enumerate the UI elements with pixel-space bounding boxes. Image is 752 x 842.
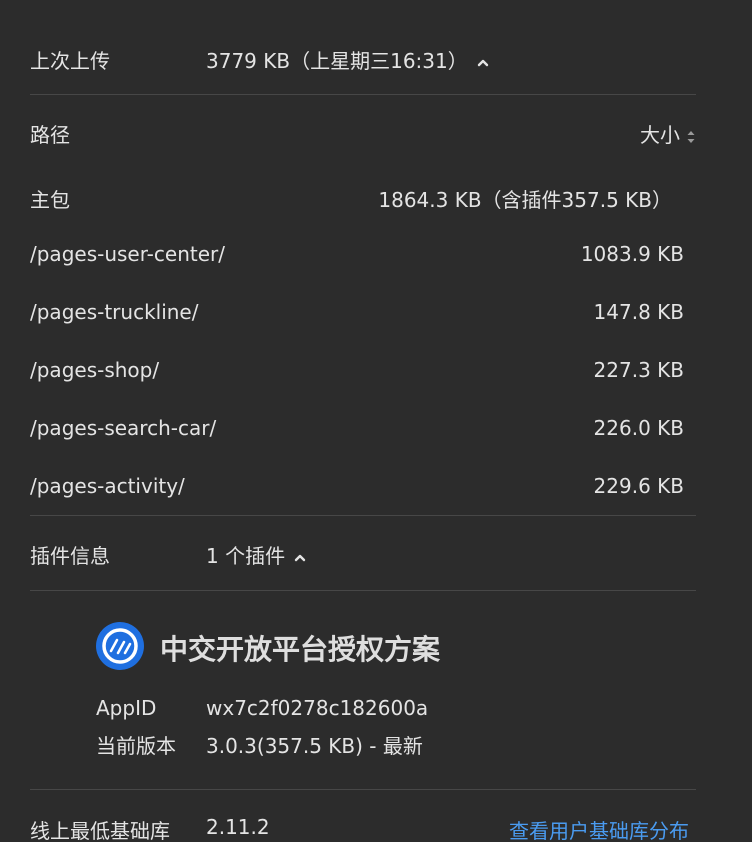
divider	[30, 789, 696, 790]
table-row-size: 1864.3 KB（含插件357.5 KB）	[378, 188, 672, 212]
min-lib-value: 2.11.2	[206, 815, 270, 839]
table-row-path: /pages-search-car/	[30, 416, 217, 440]
divider	[30, 94, 696, 95]
size-sort-header[interactable]: 大小	[640, 119, 696, 148]
chevron-up-icon	[477, 59, 488, 66]
plugin-logo-icon	[96, 622, 144, 670]
table-row-path: 主包	[30, 188, 70, 212]
divider	[30, 590, 696, 591]
plugin-info-toggle[interactable]: 1 个插件	[206, 540, 307, 569]
sort-icon	[687, 130, 695, 143]
table-row-size: 227.3 KB	[593, 358, 684, 382]
last-upload-value: 3779 KB（上星期三16:31）	[206, 49, 468, 73]
appid-label: AppID	[96, 696, 157, 720]
min-lib-label: 线上最低基础库	[30, 819, 170, 842]
table-row-size: 1083.9 KB	[580, 242, 684, 266]
table-row-path: /pages-shop/	[30, 358, 160, 382]
plugin-count: 1 个插件	[206, 544, 286, 568]
version-value: 3.0.3(357.5 KB) - 最新	[206, 734, 423, 758]
chevron-up-icon	[294, 554, 306, 561]
appid-value: wx7c2f0278c182600a	[206, 696, 429, 720]
table-row-path: /pages-activity/	[30, 474, 185, 498]
divider	[30, 515, 696, 516]
table-row-size: 226.0 KB	[593, 416, 684, 440]
plugin-name: 中交开放平台授权方案	[160, 633, 441, 666]
plugin-info-label: 插件信息	[30, 544, 110, 568]
last-upload-toggle[interactable]: 3779 KB（上星期三16:31）	[206, 45, 490, 74]
table-row-size: 147.8 KB	[593, 300, 684, 324]
table-row-path: /pages-truckline/	[30, 300, 199, 324]
lib-distribution-link[interactable]: 查看用户基础库分布	[509, 815, 689, 842]
table-row-size: 229.6 KB	[593, 474, 684, 498]
version-label: 当前版本	[96, 734, 176, 758]
path-column-header: 路径	[30, 123, 70, 147]
last-upload-label: 上次上传	[30, 49, 110, 73]
size-column-header: 大小	[640, 123, 680, 147]
table-row-path: /pages-user-center/	[30, 242, 225, 266]
